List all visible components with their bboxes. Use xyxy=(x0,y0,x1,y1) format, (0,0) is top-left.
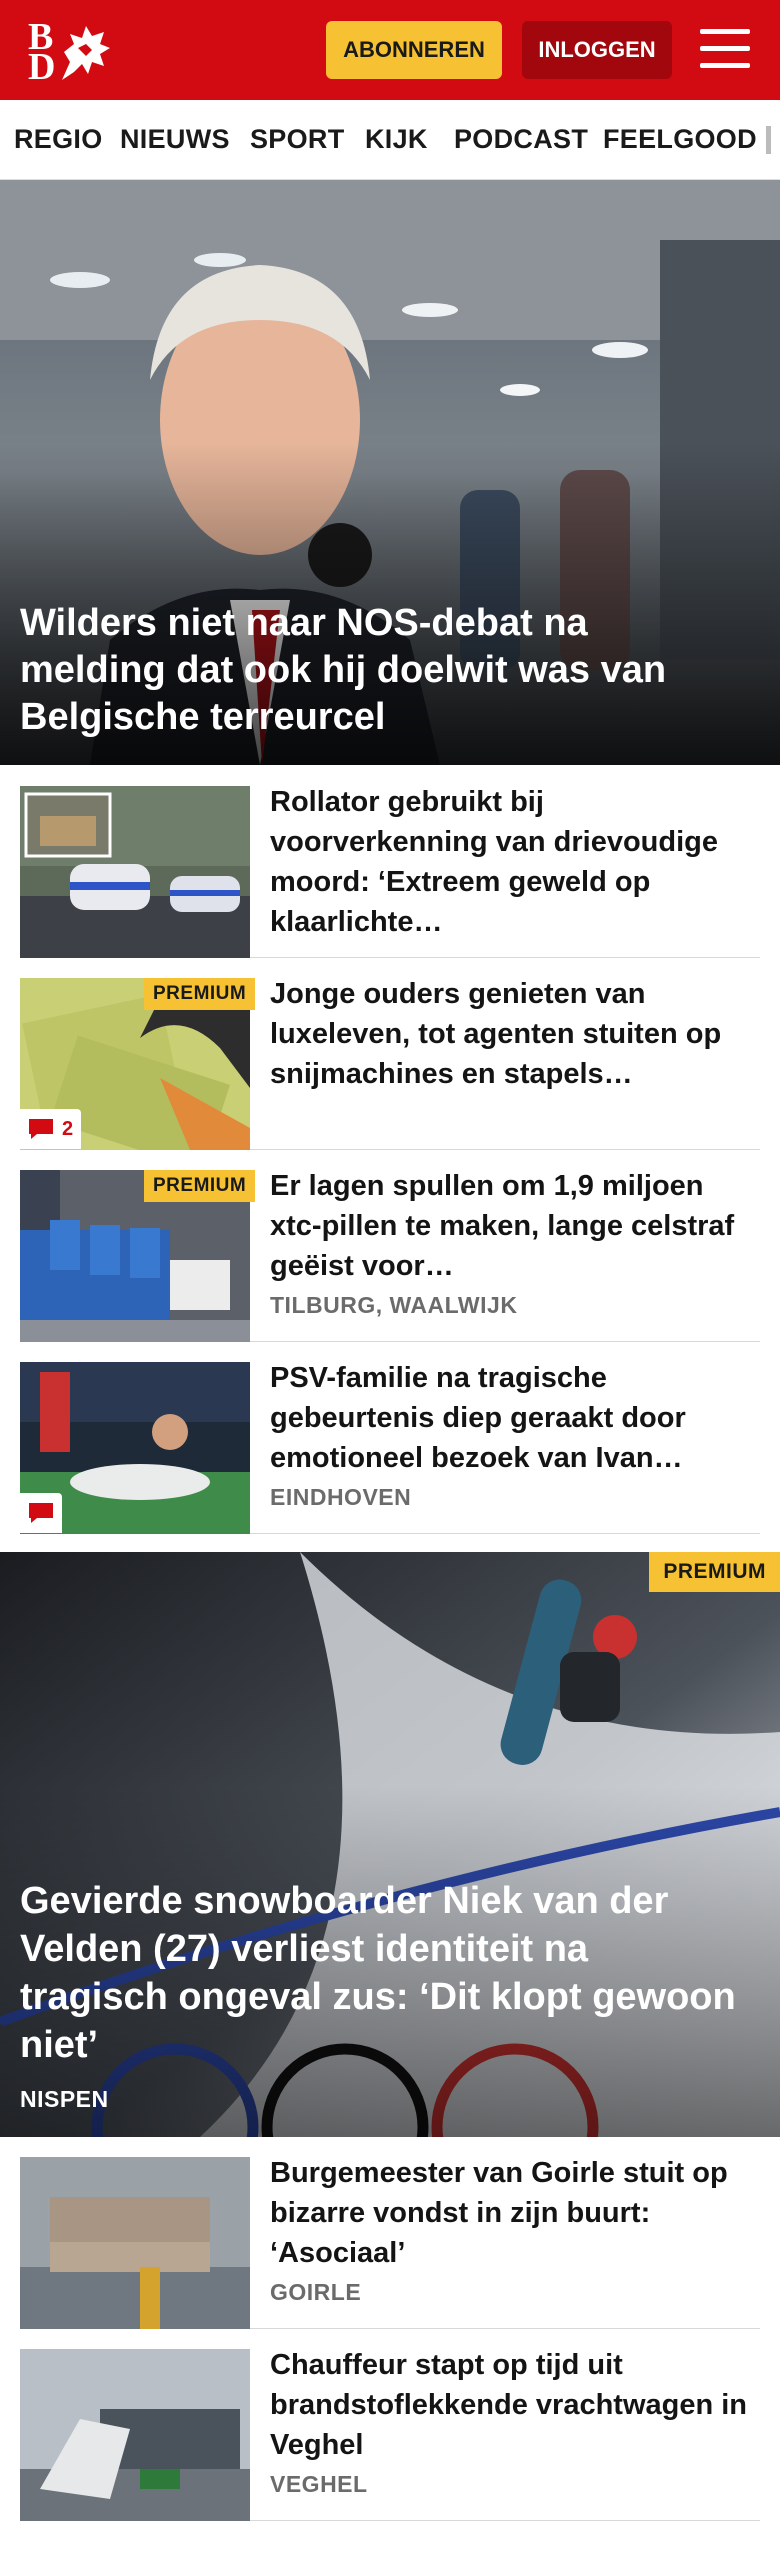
article-thumbnail xyxy=(20,786,250,958)
article-thumbnail xyxy=(20,2157,250,2329)
list-item[interactable]: Chauffeur stapt op tijd uit brandstoflek… xyxy=(20,2329,760,2521)
feature-article[interactable]: PREMIUM Gevierde snowboarder Niek van de… xyxy=(0,1552,780,2137)
premium-badge: PREMIUM xyxy=(144,1170,256,1202)
list-item[interactable]: Burgemeester van Goirle stuit op bizarre… xyxy=(20,2137,760,2329)
article-thumbnail xyxy=(20,2349,250,2521)
article-title[interactable]: Er lagen spullen om 1,9 miljoen xtc-pill… xyxy=(270,1166,760,1286)
article-location: VEGHEL xyxy=(270,2471,368,2497)
comment-icon xyxy=(29,1503,53,1523)
comment-count[interactable]: 2 xyxy=(20,1109,82,1149)
list-item[interactable]: PREMIUM 2 Jonge ouders genieten van luxe… xyxy=(20,958,760,1150)
bd-logo[interactable]: B D xyxy=(26,18,116,86)
article-title[interactable]: Chauffeur stapt op tijd uit brandstoflek… xyxy=(270,2345,760,2465)
nav-item-feelgood[interactable]: FEELGOOD xyxy=(603,100,757,179)
section-nav: REGIO NIEUWS SPORT KIJK PODCAST FEELGOOD xyxy=(0,100,780,180)
nav-item-kijk[interactable]: KIJK xyxy=(365,100,428,179)
nav-item-regio[interactable]: REGIO xyxy=(14,100,103,179)
nav-overflow-hint xyxy=(766,126,771,154)
nav-item-sport[interactable]: SPORT xyxy=(250,100,345,179)
feature-location: NISPEN xyxy=(20,2086,109,2112)
nav-item-nieuws[interactable]: NIEUWS xyxy=(120,100,230,179)
list-item[interactable]: PREMIUM Er lagen spullen om 1,9 miljoen … xyxy=(20,1150,760,1342)
login-button[interactable]: INLOGGEN xyxy=(522,21,672,79)
article-title[interactable]: Rollator gebruikt bij voorverkenning van… xyxy=(270,782,760,942)
top-bar: B D ABONNEREN INLOGGEN xyxy=(0,0,780,100)
article-location: TILBURG, WAALWIJK xyxy=(270,1292,518,1318)
list-item[interactable]: Rollator gebruikt bij voorverkenning van… xyxy=(20,766,760,958)
comment-count-value: 2 xyxy=(62,1117,74,1140)
article-title[interactable]: PSV-familie na tragische gebeurtenis die… xyxy=(270,1358,760,1478)
nav-item-podcast[interactable]: PODCAST xyxy=(454,100,588,179)
article-location: GOIRLE xyxy=(270,2279,362,2305)
article-title[interactable]: Jonge ouders genieten van luxeleven, tot… xyxy=(270,974,760,1094)
premium-badge: PREMIUM xyxy=(144,978,256,1010)
premium-badge: PREMIUM xyxy=(649,1552,780,1592)
list-item[interactable]: PSV-familie na tragische gebeurtenis die… xyxy=(20,1342,760,1534)
article-title[interactable]: Burgemeester van Goirle stuit op bizarre… xyxy=(270,2153,760,2273)
hero-article[interactable]: Wilders niet naar NOS-debat na melding d… xyxy=(0,180,780,765)
subscribe-button[interactable]: ABONNEREN xyxy=(326,21,502,79)
dragon-logo-icon xyxy=(62,26,110,80)
hamburger-menu-icon[interactable] xyxy=(700,27,750,71)
hero-title[interactable]: Wilders niet naar NOS-debat na melding d… xyxy=(20,600,740,741)
feature-title[interactable]: Gevierde snowboarder Niek van der Velden… xyxy=(20,1877,740,2069)
comment-icon xyxy=(29,1119,53,1139)
article-location: EINDHOVEN xyxy=(270,1484,412,1510)
comment-count[interactable] xyxy=(20,1493,62,1533)
